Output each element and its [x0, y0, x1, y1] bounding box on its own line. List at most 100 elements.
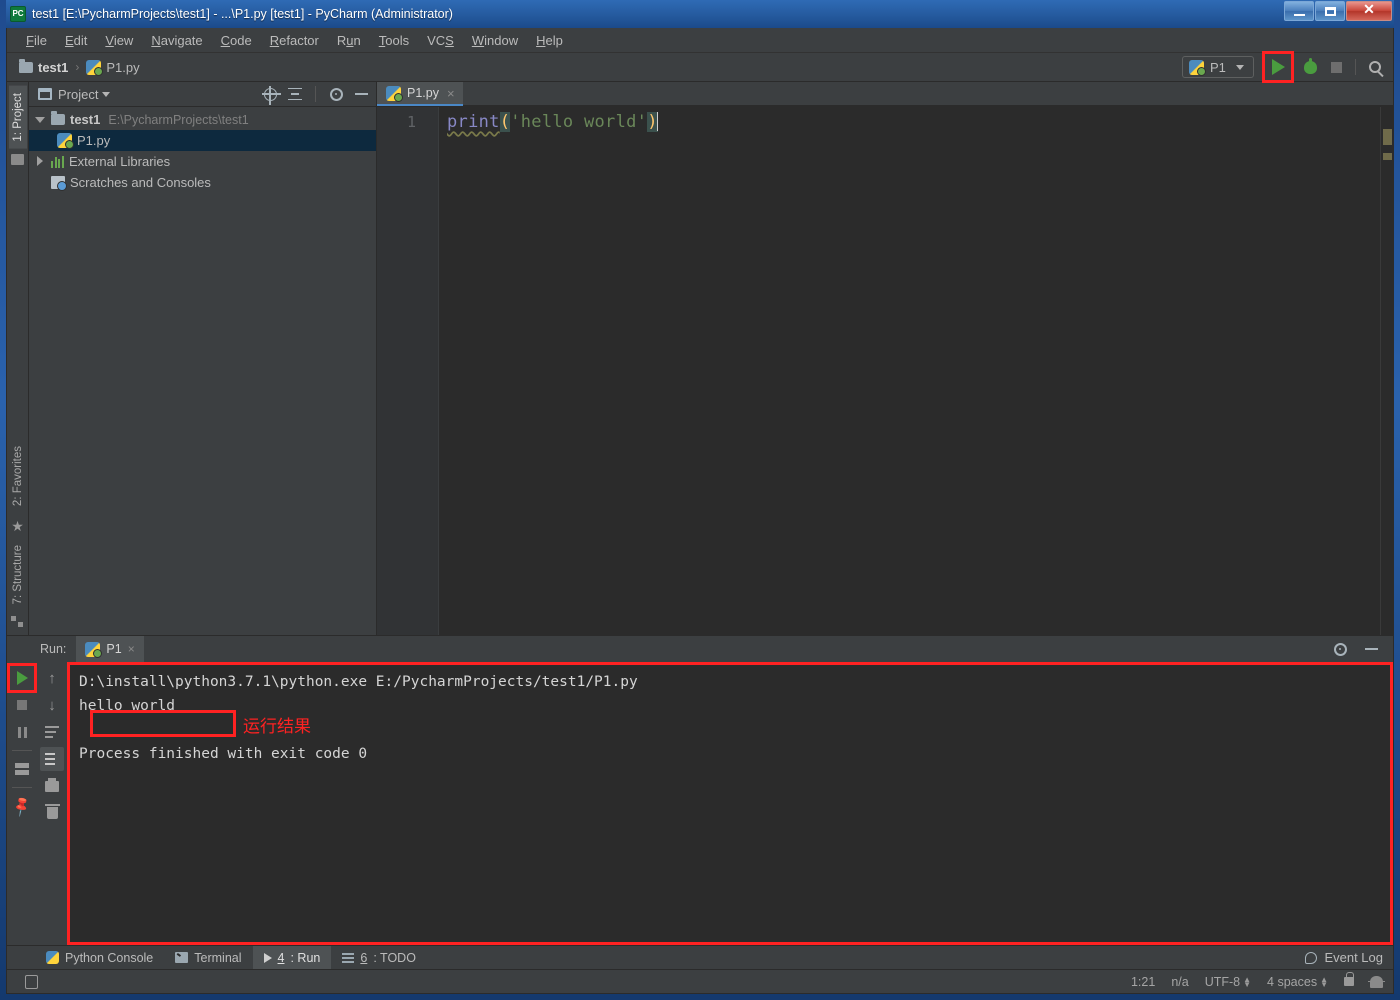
chevron-right-icon[interactable] — [35, 156, 46, 167]
bottom-tab-mnemonic: 4 — [277, 950, 285, 965]
window-icon — [38, 88, 52, 100]
layout-icon — [15, 763, 29, 775]
encoding-selector[interactable]: UTF-8 ▲ ▼ — [1205, 975, 1251, 989]
menu-code[interactable]: Code — [212, 30, 261, 51]
status-bar: 1:21 n/a UTF-8 ▲ ▼ 4 spaces ▲ ▼ — [7, 969, 1393, 993]
layout-settings-button[interactable] — [10, 757, 34, 781]
tree-item-project-root[interactable]: test1 E:\PycharmProjects\test1 — [29, 109, 376, 130]
menu-run[interactable]: Run — [328, 30, 370, 51]
rerun-button[interactable] — [7, 663, 37, 693]
menu-refactor[interactable]: Refactor — [261, 30, 328, 51]
bottom-tab-terminal[interactable]: Terminal — [164, 946, 252, 970]
scroll-to-end-button[interactable] — [40, 747, 64, 771]
bottom-tab-python-console[interactable]: Python Console — [35, 946, 164, 970]
soft-wrap-button[interactable] — [40, 720, 64, 744]
menu-edit[interactable]: Edit — [56, 30, 96, 51]
python-file-icon — [86, 59, 104, 76]
print-button[interactable] — [40, 774, 64, 798]
editor-marker-gutter[interactable] — [1380, 107, 1393, 635]
middle-region: 1: Project 2: Favorites ★ 7: Structure P… — [7, 82, 1393, 635]
bottom-tab-todo[interactable]: 6: TODO — [331, 946, 427, 970]
maximize-button[interactable] — [1315, 1, 1345, 21]
select-opened-file-button[interactable] — [260, 84, 281, 105]
stop-process-button[interactable] — [10, 693, 34, 717]
run-tab-p1[interactable]: P1 × — [76, 636, 144, 662]
close-button[interactable]: ✕ — [1346, 1, 1392, 21]
run-tab-label: P1 — [106, 642, 122, 656]
scratches-icon — [51, 176, 67, 191]
minimize-icon — [1364, 648, 1378, 650]
tree-item-external-libraries[interactable]: External Libraries — [29, 151, 376, 172]
menu-view[interactable]: View — [96, 30, 142, 51]
tool-tab-label: 1: Project — [11, 93, 24, 142]
pin-tab-button[interactable]: 📌 — [10, 794, 34, 818]
minimize-button[interactable] — [1284, 1, 1314, 21]
toggle-toolbar-icon[interactable] — [25, 974, 38, 989]
bottom-tab-label: Python Console — [65, 950, 154, 965]
pause-icon — [17, 726, 27, 738]
python-icon — [85, 641, 103, 658]
breadcrumb-separator: › — [75, 60, 80, 74]
scroll-to-end-icon — [45, 753, 59, 765]
stop-button[interactable] — [1324, 55, 1348, 79]
debug-icon — [1303, 57, 1317, 74]
hide-run-window-button[interactable] — [1361, 639, 1381, 659]
project-panel-header: Project — [29, 82, 376, 107]
window-frame: PC test1 [E:\PycharmProjects\test1] - ..… — [0, 0, 1400, 1000]
code-token-string: 'hello world' — [510, 112, 648, 132]
bottom-tab-run[interactable]: 4: Run — [252, 945, 332, 970]
target-icon — [261, 85, 281, 105]
debug-button[interactable] — [1298, 55, 1322, 79]
console-output[interactable]: D:\install\python3.7.1\python.exe E:/Pyc… — [67, 662, 1393, 945]
chevron-down-icon — [1235, 64, 1244, 70]
close-icon[interactable]: × — [128, 642, 135, 656]
close-icon[interactable]: × — [447, 86, 455, 101]
caret-position[interactable]: 1:21 — [1131, 975, 1155, 989]
lock-icon[interactable] — [1344, 972, 1354, 986]
menu-file[interactable]: File — [17, 30, 56, 51]
chevron-down-icon[interactable] — [102, 91, 111, 97]
collapse-all-button[interactable] — [285, 84, 305, 104]
previous-occurrence-button[interactable]: ↑ — [40, 666, 64, 690]
run-configuration-selector[interactable]: P1 — [1182, 56, 1254, 78]
search-everywhere-button[interactable] — [1363, 55, 1387, 79]
breadcrumb-file[interactable]: P1.py — [86, 59, 140, 76]
chevron-updown-icon: ▲ ▼ — [1243, 974, 1252, 989]
bottom-tool-window-bar: Python Console Terminal 4: Run 6: TODO E… — [7, 945, 1393, 970]
tab-p1-py[interactable]: P1.py × — [377, 82, 463, 106]
menu-help[interactable]: Help — [527, 30, 572, 51]
collapse-all-icon — [288, 87, 302, 101]
left-tool-window-bar: 1: Project 2: Favorites ★ 7: Structure — [7, 82, 29, 635]
next-occurrence-button[interactable]: ↓ — [40, 693, 64, 717]
rerun-annotation-box — [7, 663, 37, 693]
menu-tools[interactable]: Tools — [370, 30, 418, 51]
event-log-label[interactable]: Event Log — [1324, 950, 1383, 965]
bottom-tab-label: Terminal — [194, 950, 242, 965]
todo-icon — [342, 952, 355, 963]
sidebar-item-structure[interactable]: 7: Structure — [9, 538, 27, 611]
sidebar-item-favorites[interactable]: 2: Favorites — [9, 439, 27, 513]
code-pane[interactable]: print('hello world') — [439, 107, 1380, 635]
run-window-header-actions — [1330, 639, 1393, 659]
menu-window[interactable]: Window — [463, 30, 527, 51]
gear-icon — [1333, 642, 1347, 656]
pause-output-button[interactable] — [10, 720, 34, 744]
run-button[interactable] — [1262, 51, 1294, 83]
project-settings-button[interactable] — [326, 84, 346, 104]
sidebar-item-project[interactable]: 1: Project — [8, 86, 27, 149]
hector-icon[interactable] — [1368, 975, 1385, 988]
line-separator[interactable]: n/a — [1171, 975, 1188, 989]
indent-selector[interactable]: 4 spaces ▲ ▼ — [1267, 975, 1328, 989]
clear-all-button[interactable] — [40, 801, 64, 825]
menu-vcs[interactable]: VCS — [418, 30, 463, 51]
terminal-icon — [175, 952, 189, 963]
tree-item-p1-py[interactable]: P1.py — [29, 130, 376, 151]
run-settings-button[interactable] — [1330, 639, 1350, 659]
chevron-down-icon[interactable] — [35, 114, 46, 125]
menu-navigate[interactable]: Navigate — [142, 30, 211, 51]
line-number: 1 — [406, 113, 416, 131]
breadcrumb-project[interactable]: test1 — [19, 58, 68, 75]
app-icon: PC — [10, 6, 26, 22]
tree-item-scratches-and-consoles[interactable]: Scratches and Consoles — [29, 172, 376, 193]
hide-panel-button[interactable] — [351, 84, 371, 104]
